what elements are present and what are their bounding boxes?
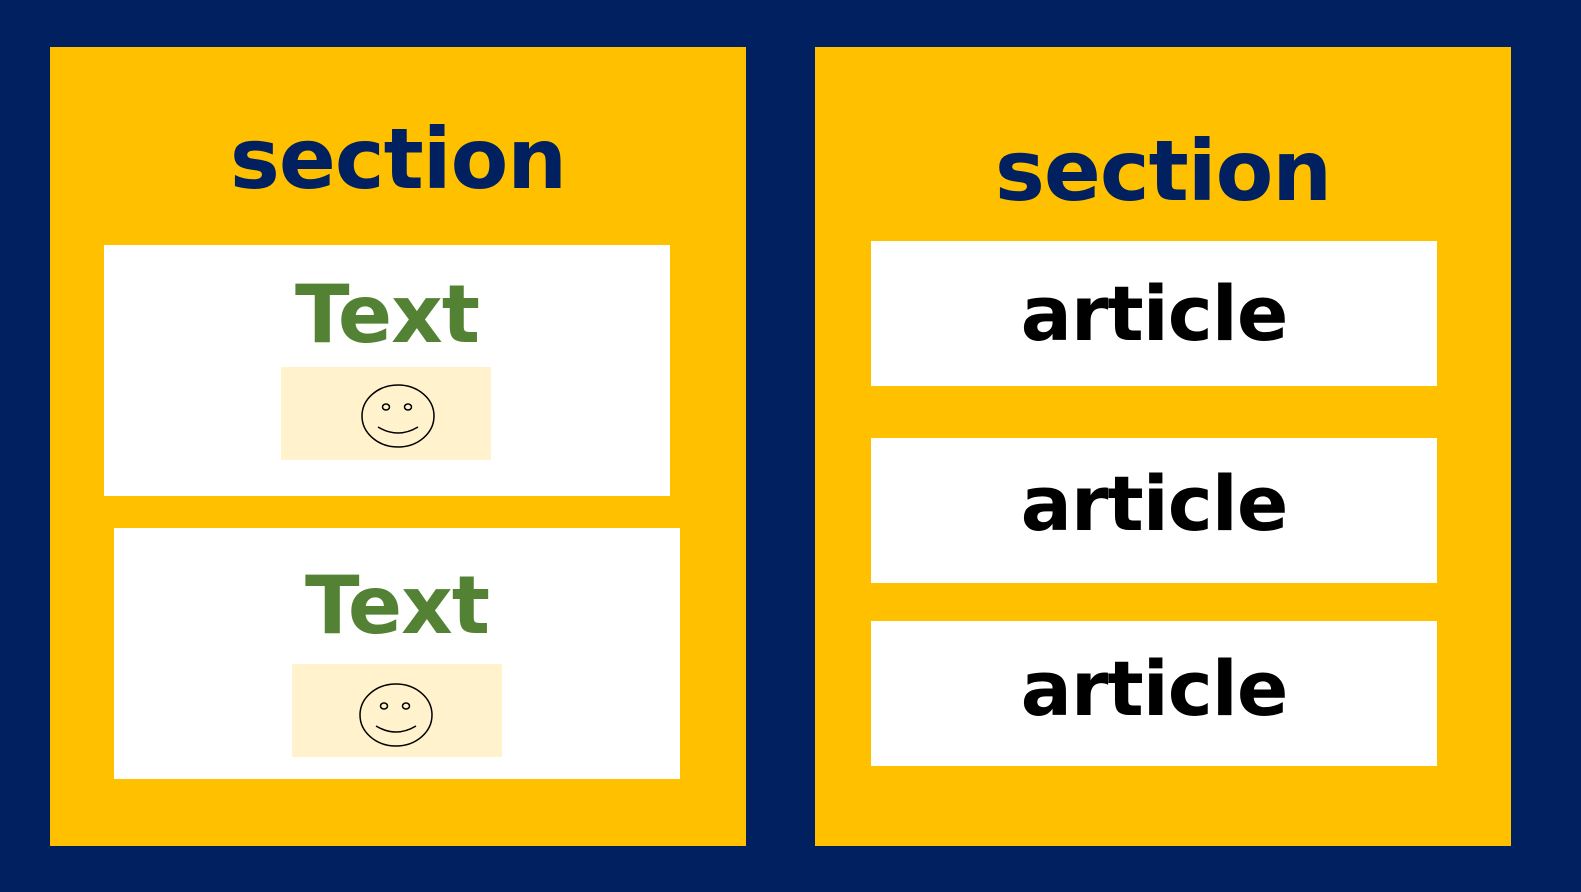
- left-section: section Text Text: [50, 47, 746, 846]
- left-section-title: section: [229, 110, 567, 208]
- smiley-face-icon: [361, 384, 435, 448]
- article-box-3-label: article: [1020, 644, 1289, 733]
- text-card-1-label: Text: [294, 268, 480, 361]
- right-section-title: section: [994, 122, 1332, 220]
- article-box-1: article: [871, 241, 1437, 386]
- text-card-2-label: Text: [304, 559, 490, 652]
- smiley-panel-1: [281, 367, 491, 460]
- article-box-2: article: [871, 438, 1437, 583]
- right-section: section article article article: [815, 47, 1511, 846]
- article-box-2-label: article: [1020, 459, 1289, 548]
- smiley-face-icon: [359, 683, 433, 747]
- text-card-2: Text: [114, 528, 680, 779]
- article-box-3: article: [871, 621, 1437, 766]
- smiley-panel-2: [292, 664, 502, 757]
- article-box-1-label: article: [1020, 269, 1289, 358]
- text-card-1: Text: [104, 245, 670, 496]
